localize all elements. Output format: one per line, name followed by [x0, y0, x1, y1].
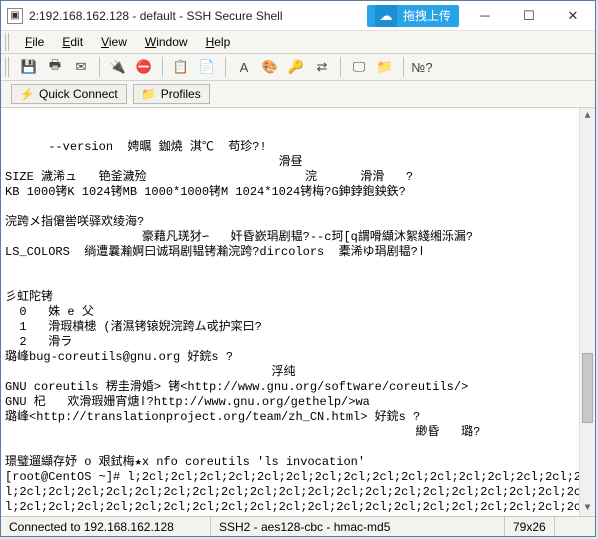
toolbar-separator — [162, 57, 163, 77]
toolbar: 💾 🖶 ✉ 🔌 ⛔ 📋 📄 A 🎨 🔑 ⇄ 🖵 📁 №? — [1, 54, 595, 81]
disconnect-button[interactable]: ⛔ — [132, 56, 156, 78]
menu-window[interactable]: Window — [137, 33, 196, 51]
quick-connect-label: Quick Connect — [39, 87, 118, 101]
profiles-label: Profiles — [161, 87, 201, 101]
menu-help[interactable]: Help — [198, 33, 239, 51]
titlebar: ▣ 2:192.168.162.128 - default - SSH Secu… — [1, 1, 595, 31]
colors-button[interactable]: 🎨 — [258, 56, 282, 78]
menubar: File Edit View Window Help — [1, 31, 595, 54]
quick-connect-button[interactable]: ⚡ Quick Connect — [11, 84, 127, 104]
toolbar-separator — [225, 57, 226, 77]
status-cipher: SSH2 - aes128-cbc - hmac-md5 — [211, 517, 505, 536]
window-title: 2:192.168.162.128 - default - SSH Secure… — [29, 9, 367, 23]
cloud-icon: ☁ — [375, 5, 397, 27]
lightning-icon: ⚡ — [20, 87, 34, 101]
menu-edit[interactable]: Edit — [54, 33, 91, 51]
status-connection: Connected to 192.168.162.128 — [1, 517, 211, 536]
quickbar: ⚡ Quick Connect 📁 Profiles — [1, 81, 595, 108]
scroll-up-button[interactable]: ▲ — [580, 108, 595, 124]
terminal-text[interactable]: --version 娉曞 鉫燒 淇℃ 苟珍?! 滑昼 SIZE 濊浠ュ 铯釜濊殓… — [5, 140, 595, 516]
cloud-upload-button[interactable]: ☁ 拖拽上传 — [367, 5, 459, 27]
toolbar-separator — [340, 57, 341, 77]
menu-view[interactable]: View — [93, 33, 135, 51]
save-button[interactable]: 💾 — [17, 56, 41, 78]
folder-icon: 📁 — [142, 87, 156, 101]
keys-button[interactable]: 🔑 — [284, 56, 308, 78]
new-terminal-button[interactable]: 🖵 — [347, 56, 371, 78]
app-window: ▣ 2:192.168.162.128 - default - SSH Secu… — [0, 0, 596, 537]
paste-button[interactable]: 📄 — [195, 56, 219, 78]
font-button[interactable]: A — [232, 56, 256, 78]
app-icon: ▣ — [7, 8, 23, 24]
terminal[interactable]: --version 娉曞 鉫燒 淇℃ 苟珍?! 滑昼 SIZE 濊浠ュ 铯釜濊殓… — [1, 108, 595, 516]
transfer-button[interactable]: ⇄ — [310, 56, 334, 78]
mail-button[interactable]: ✉ — [69, 56, 93, 78]
scroll-down-button[interactable]: ▼ — [580, 500, 595, 516]
new-file-transfer-button[interactable]: 📁 — [373, 56, 397, 78]
print-button[interactable]: 🖶 — [43, 56, 67, 78]
toolbar-separator — [99, 57, 100, 77]
status-size: 79x26 — [505, 517, 555, 536]
connect-button[interactable]: 🔌 — [106, 56, 130, 78]
scrollbar[interactable]: ▲ ▼ — [579, 108, 595, 516]
toolbar-separator — [403, 57, 404, 77]
close-button[interactable]: ✕ — [551, 1, 595, 31]
maximize-button[interactable]: ☐ — [507, 1, 551, 31]
copy-button[interactable]: 📋 — [169, 56, 193, 78]
menu-file[interactable]: File — [17, 33, 52, 51]
help-button[interactable]: №? — [410, 56, 434, 78]
cloud-label: 拖拽上传 — [403, 7, 451, 24]
statusbar: Connected to 192.168.162.128 SSH2 - aes1… — [1, 516, 595, 536]
minimize-button[interactable]: ─ — [463, 1, 507, 31]
toolbar-grip[interactable] — [5, 57, 11, 77]
scroll-thumb[interactable] — [582, 353, 593, 423]
window-controls: ─ ☐ ✕ — [463, 1, 595, 31]
status-extra — [555, 517, 595, 536]
profiles-button[interactable]: 📁 Profiles — [133, 84, 210, 104]
menubar-grip[interactable] — [5, 33, 11, 51]
